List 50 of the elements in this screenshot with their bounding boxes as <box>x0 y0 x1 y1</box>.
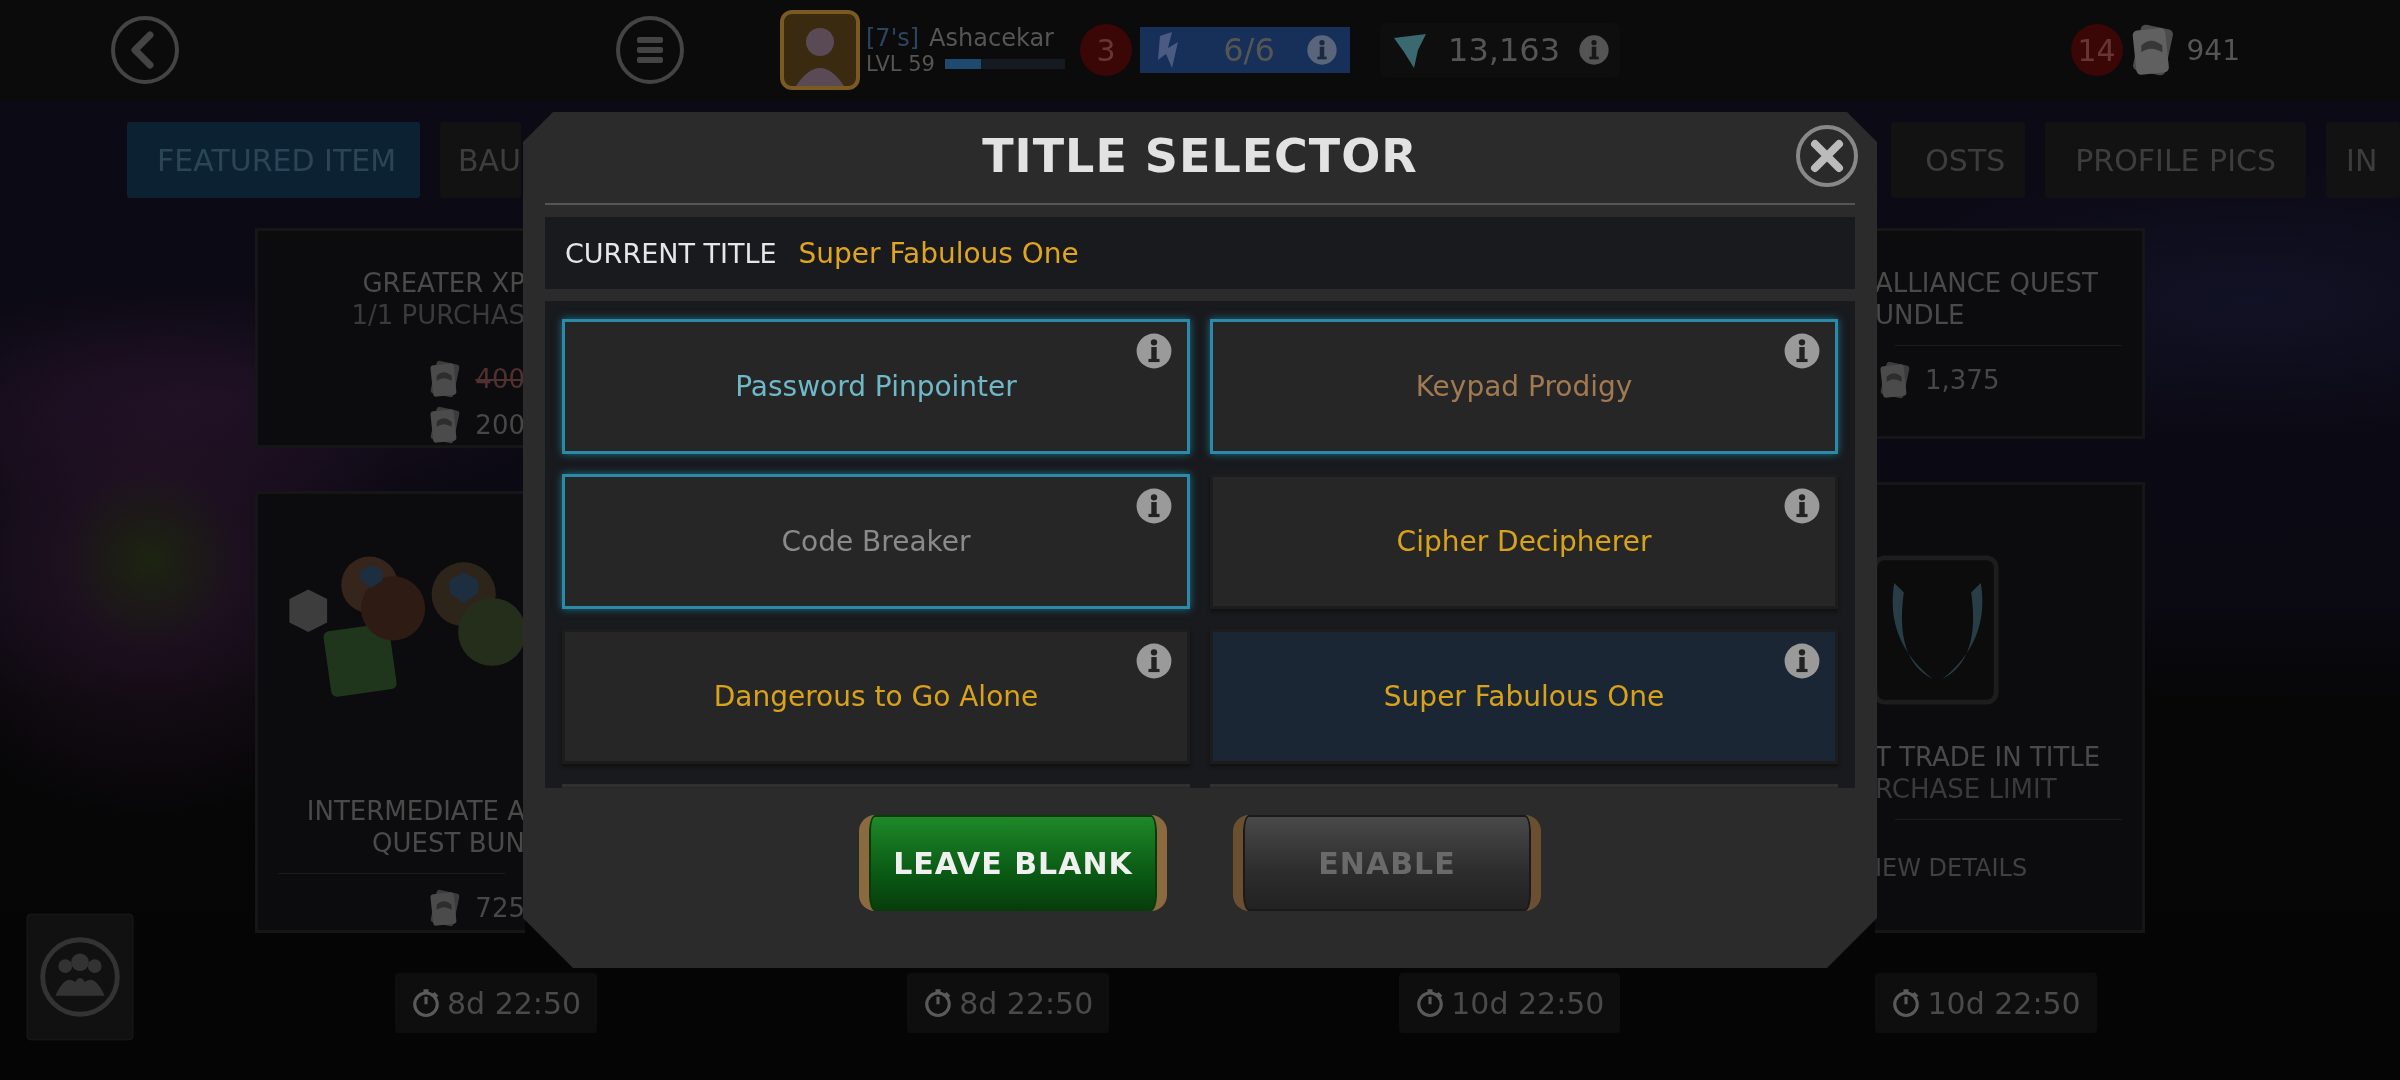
info-icon[interactable] <box>1783 642 1821 680</box>
info-icon[interactable] <box>1135 487 1173 525</box>
title-name: Password Pinpointer <box>735 370 1017 403</box>
info-icon[interactable] <box>1578 34 1610 66</box>
card-title: ALLIANCE QUEST <box>1875 267 2098 299</box>
title-name: Code Breaker <box>781 525 971 558</box>
alliance-tag: [7's] <box>866 24 920 52</box>
timer-text: 8d 22:50 <box>959 985 1094 1021</box>
info-icon[interactable] <box>1783 487 1821 525</box>
stopwatch-icon <box>1891 988 1922 1018</box>
old-price: 400 <box>475 364 525 394</box>
dialog-title: TITLE SELECTOR <box>981 129 1419 183</box>
stopwatch-icon <box>1415 988 1446 1018</box>
title-name: Dangerous to Go Alone <box>713 680 1039 713</box>
price: 1,375 <box>1925 365 2000 395</box>
title-name: Keypad Prodigy <box>1415 370 1633 403</box>
price: 725 <box>475 893 525 923</box>
timer-text: 10d 22:50 <box>1451 985 1605 1021</box>
current-title-value: Super Fabulous One <box>798 236 1079 270</box>
title-option[interactable]: Cipher Decipherer <box>1210 474 1838 609</box>
player-level: LVL 59 <box>866 52 935 76</box>
stopwatch-icon <box>411 988 441 1018</box>
energy-count: 6/6 <box>1222 31 1276 69</box>
info-icon[interactable] <box>1135 332 1173 370</box>
current-title-label: CURRENT TITLE <box>565 237 777 269</box>
price: 200 <box>475 410 525 440</box>
title-option[interactable]: Password Pinpointer <box>562 319 1190 454</box>
action-button[interactable]: LEAVE BLANK <box>859 815 1167 911</box>
title-name: Super Fabulous One <box>1383 680 1665 713</box>
info-icon[interactable] <box>1135 642 1173 680</box>
title-option[interactable]: Super Fabulous One <box>1210 629 1838 764</box>
title-name: Cipher Decipherer <box>1396 525 1652 558</box>
player-name: Ashacekar <box>929 24 1054 52</box>
info-icon[interactable] <box>1306 34 1338 66</box>
card-title: UNDLE <box>1875 299 1966 331</box>
close-icon[interactable] <box>1795 124 1859 188</box>
units-count: 941 <box>2186 33 2240 67</box>
shop-card[interactable]: ALLIANCE QUEST UNDLE 1,375 <box>1875 228 2145 440</box>
title-option[interactable]: Code Breaker <box>562 474 1190 609</box>
card-title: INTERMEDIATE A <box>306 795 525 827</box>
shop-card[interactable]: INTERMEDIATE A QUEST BUN 725 <box>255 491 525 933</box>
info-icon[interactable] <box>1783 332 1821 370</box>
card-title: GREATER XP <box>362 267 525 299</box>
title-option[interactable]: Dangerous to Go Alone <box>562 629 1190 764</box>
title-option[interactable]: Keypad Prodigy <box>1210 319 1838 454</box>
stopwatch-icon <box>923 988 954 1018</box>
timer-text: 8d 22:50 <box>447 985 582 1021</box>
timer-text: 10d 22:50 <box>1927 985 2081 1021</box>
card-title: QUEST BUN <box>372 827 525 859</box>
crystal-count: 13,163 <box>1447 31 1561 69</box>
